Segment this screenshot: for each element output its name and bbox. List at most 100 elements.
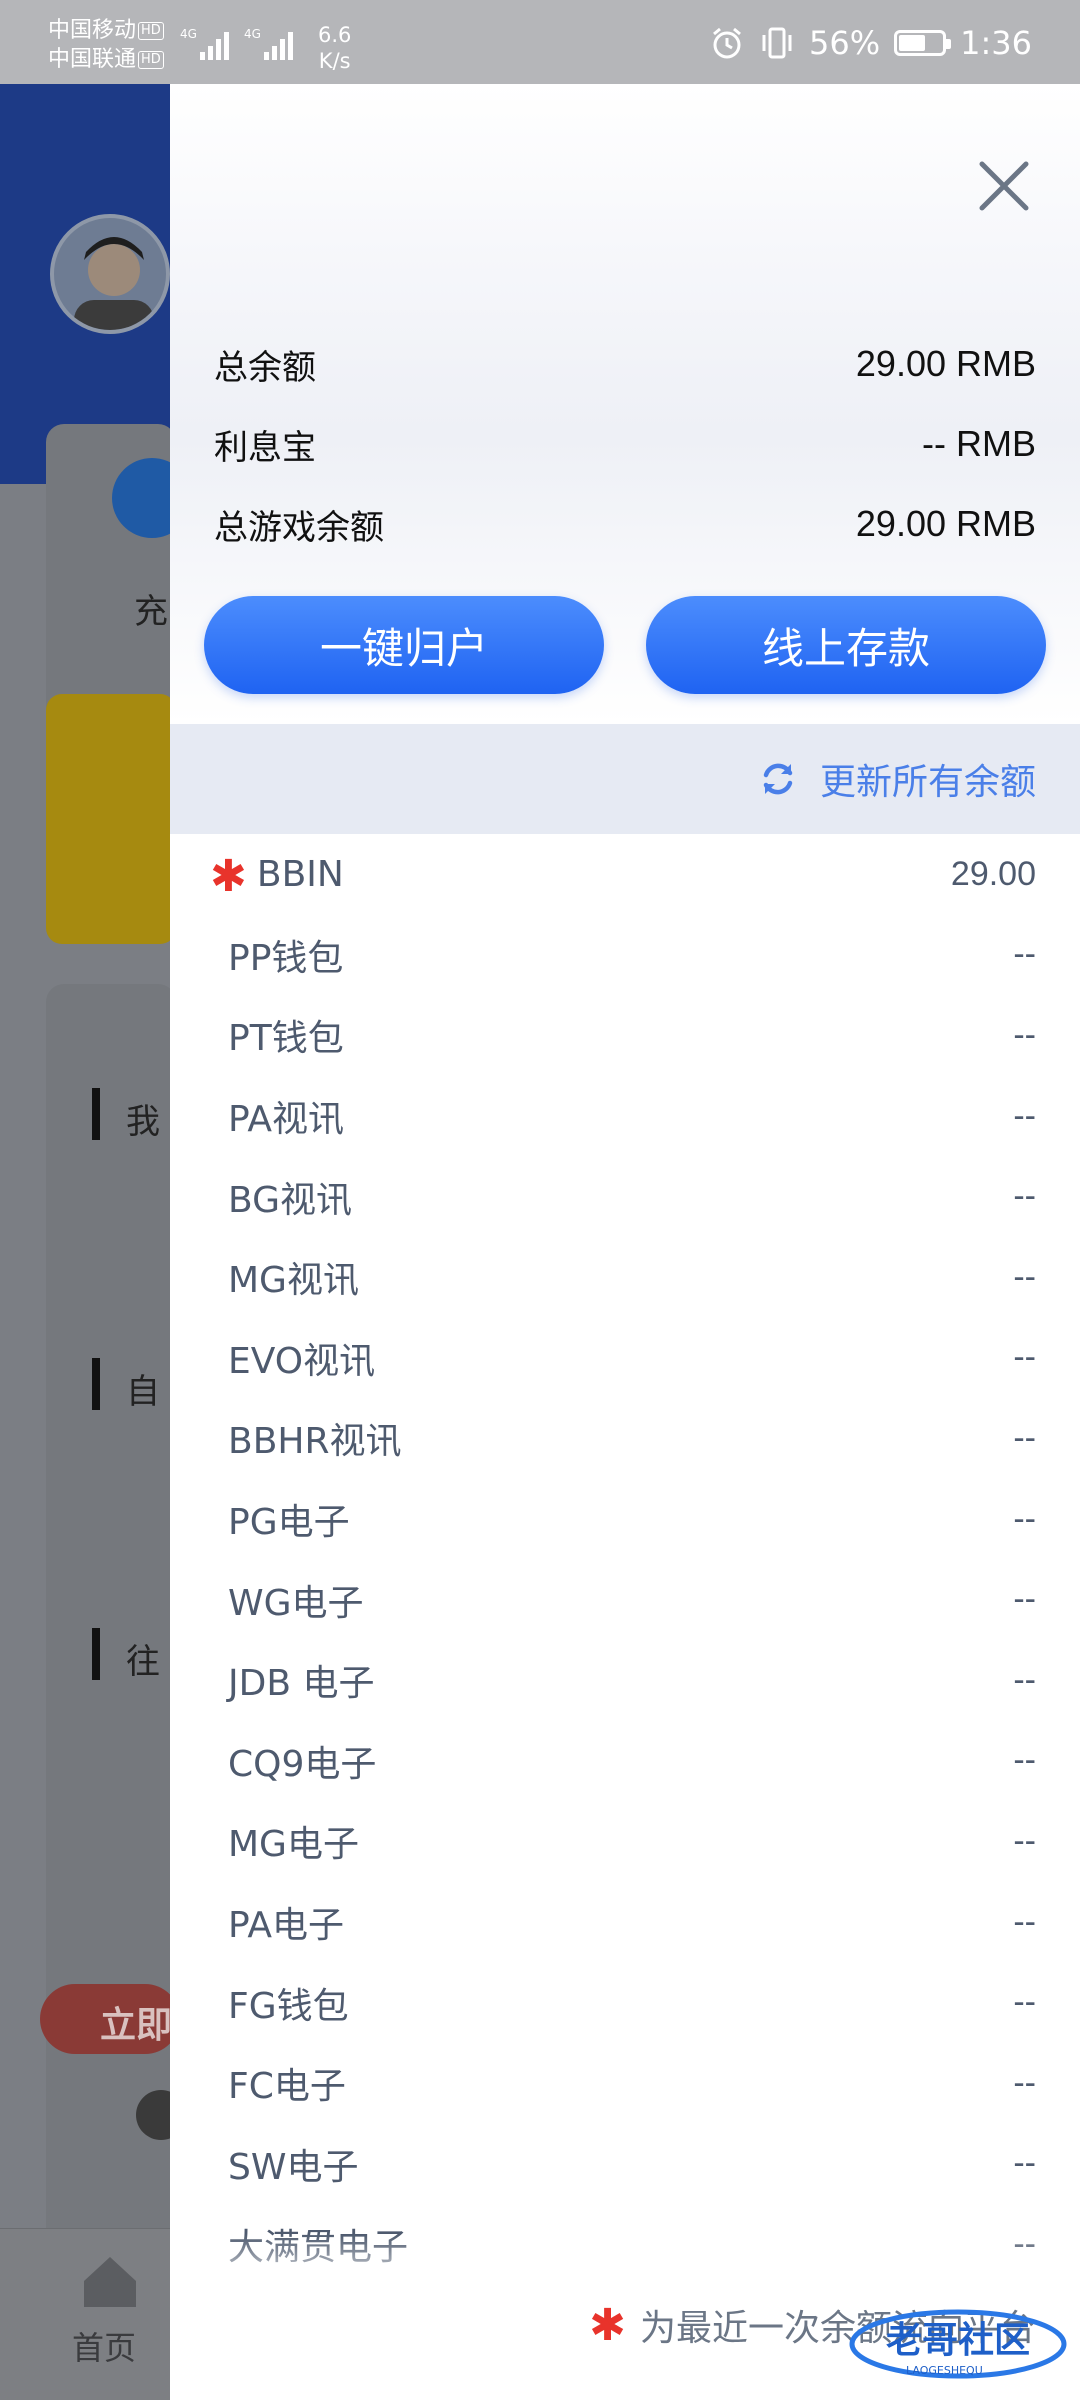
summary-label: 总游戏余额: [214, 507, 384, 548]
wallet-name-wrap: PP钱包: [228, 929, 343, 981]
wallet-row[interactable]: PG电子 --: [170, 1479, 1080, 1560]
wallet-name-wrap: FC电子: [228, 2057, 346, 2109]
net-type-label: 4G: [244, 27, 261, 41]
wallet-list[interactable]: ✱ BBIN 29.00 PP钱包 -- PT钱包 -- PA视讯 -- BG视讯 -- MG视讯 --…: [170, 834, 1080, 2314]
wallet-name-wrap: PA视讯: [228, 1090, 344, 1142]
wallet-row[interactable]: ✱ BBIN 29.00: [170, 834, 1080, 915]
wallet-row[interactable]: SW电子 --: [170, 2124, 1080, 2205]
wallet-name-wrap: WG电子: [228, 1574, 364, 1626]
watermark-subtext: LAOGESHEQU: [906, 2364, 983, 2377]
signal-icon: 4G: [244, 26, 300, 66]
battery-percent: 56%: [809, 24, 881, 62]
wallet-row[interactable]: WG电子 --: [170, 1559, 1080, 1640]
carrier-info: 中国移动 HD 中国联通 HD: [48, 16, 164, 74]
wallet-name: SW电子: [228, 2146, 359, 2188]
wallet-row[interactable]: PA电子 --: [170, 1882, 1080, 1963]
wallet-balance: --: [1013, 1580, 1036, 1619]
wallet-balance: 29.00: [950, 854, 1036, 893]
background-app: 充 我 自 往 立即 首页: [0, 84, 192, 2400]
section-marker: [92, 1628, 100, 1680]
wallet-name-wrap: CQ9电子: [228, 1735, 376, 1787]
wallet-row[interactable]: JDB 电子 --: [170, 1640, 1080, 1721]
background-banner: [46, 694, 176, 944]
hd-badge: HD: [138, 22, 164, 40]
watermark-text: 老哥社区: [886, 2320, 1030, 2361]
wallet-name-wrap: SW电子: [228, 2138, 358, 2190]
home-icon: [84, 2257, 136, 2307]
net-speed: 6.6 K/s: [318, 22, 351, 74]
wallet-name-wrap: PT钱包: [228, 1009, 344, 1061]
close-button[interactable]: [972, 154, 1036, 218]
wallet-name: BG视讯: [228, 1179, 352, 1221]
section-marker: [92, 1358, 100, 1410]
wallet-row[interactable]: FG钱包 --: [170, 1962, 1080, 2043]
wallet-name-wrap: MG视讯: [228, 1251, 359, 1303]
wallet-balance: --: [1013, 2144, 1036, 2183]
status-right: 56% 1:36: [709, 24, 1032, 62]
background-red-button: 立即: [40, 1984, 180, 2054]
asterisk-icon: ✱: [210, 850, 247, 902]
summary-row-interest: 利息宝 -- RMB: [214, 404, 1036, 484]
wallet-balance: --: [1013, 1499, 1036, 1538]
section-marker: [92, 1088, 100, 1140]
wallet-balance: --: [1013, 2063, 1036, 2102]
wallet-balance: --: [1013, 935, 1036, 974]
online-deposit-button[interactable]: 线上存款: [646, 596, 1046, 694]
status-bar: 中国移动 HD 中国联通 HD 4G 4G 6.6 K/s 56% 1:36: [0, 0, 1080, 84]
wallet-row[interactable]: MG电子 --: [170, 1801, 1080, 1882]
wallet-name: BBIN: [256, 853, 344, 895]
alarm-icon: [713, 27, 741, 59]
asterisk-icon: ✱: [589, 2299, 626, 2351]
wallet-name: PG电子: [228, 1502, 350, 1544]
carrier-1: 中国移动: [48, 18, 137, 43]
wallet-row[interactable]: PA视讯 --: [170, 1076, 1080, 1157]
watermark-logo: 老哥社区 LAOGESHEQU: [849, 2309, 1067, 2379]
summary-label: 利息宝: [214, 427, 316, 468]
wallet-balance: --: [1013, 1257, 1036, 1296]
summary-value: 29.00 RMB: [855, 503, 1036, 544]
vibrate-icon: [762, 27, 792, 59]
wallet-name-wrap: PG电子: [228, 1493, 350, 1545]
wallet-row[interactable]: FC电子 --: [170, 2043, 1080, 2124]
hd-badge: HD: [138, 51, 164, 69]
wallet-balance: --: [1013, 1660, 1036, 1699]
summary-row-game: 总游戏余额 29.00 RMB: [214, 484, 1036, 564]
action-buttons: 一键归户 线上存款: [204, 596, 1046, 694]
signal-icon: 4G: [180, 26, 236, 66]
wallet-name-wrap: ✱ BBIN: [210, 849, 344, 902]
wallet-name: FG钱包: [228, 1985, 349, 2027]
refresh-all-balances-button[interactable]: 更新所有余额: [170, 724, 1080, 834]
wallet-balance: --: [1013, 1015, 1036, 1054]
wallet-row[interactable]: MG视讯 --: [170, 1237, 1080, 1318]
wallet-name-wrap: PA电子: [228, 1896, 344, 1948]
background-label: 充: [134, 592, 168, 632]
wallet-name: PA电子: [228, 1905, 345, 1947]
wallet-balance: --: [1013, 1177, 1036, 1216]
collect-all-button[interactable]: 一键归户: [204, 596, 604, 694]
background-tab-bar: 首页: [0, 2228, 170, 2400]
wallet-name-wrap: FG钱包: [228, 1977, 349, 2029]
wallet-row[interactable]: BG视讯 --: [170, 1156, 1080, 1237]
wallet-name: MG电子: [228, 1824, 359, 1866]
wallet-row[interactable]: PP钱包 --: [170, 915, 1080, 996]
summary-value: -- RMB: [922, 423, 1036, 464]
wallet-name-wrap: BBHR视讯: [228, 1412, 401, 1464]
wallet-name: JDB 电子: [228, 1663, 375, 1705]
wallet-row[interactable]: PT钱包 --: [170, 995, 1080, 1076]
wallet-name: BBHR视讯: [228, 1421, 402, 1463]
wallet-name-wrap: MG电子: [228, 1815, 359, 1867]
wallet-balance: --: [1013, 1741, 1036, 1780]
refresh-label: 更新所有余额: [819, 762, 1036, 803]
background-section-2: 自: [126, 1372, 160, 1412]
wallet-name-wrap: BG视讯: [228, 1171, 352, 1223]
summary-row-total: 总余额 29.00 RMB: [214, 324, 1036, 404]
wallet-row[interactable]: CQ9电子 --: [170, 1721, 1080, 1802]
wallet-name: PP钱包: [228, 937, 344, 979]
wallet-name: CQ9电子: [228, 1743, 377, 1785]
avatar: [50, 214, 170, 334]
wallet-row[interactable]: EVO视讯 --: [170, 1318, 1080, 1399]
wallet-balance: --: [1013, 1338, 1036, 1377]
background-section-3: 往: [126, 1642, 160, 1682]
wallet-name: PT钱包: [228, 1018, 344, 1060]
wallet-row[interactable]: BBHR视讯 --: [170, 1398, 1080, 1479]
